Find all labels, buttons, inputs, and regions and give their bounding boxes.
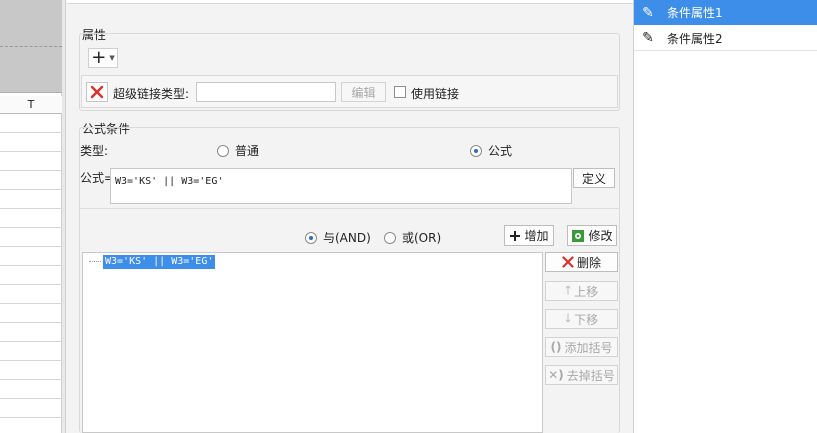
- plus-icon: [510, 230, 521, 241]
- arrow-down-icon: 🡓: [564, 310, 572, 325]
- logic-and-radio[interactable]: 与(AND): [305, 229, 371, 246]
- logic-or-radio[interactable]: 或(OR): [384, 229, 441, 246]
- sheet-row[interactable]: [0, 171, 62, 190]
- sheet-row[interactable]: [0, 304, 62, 323]
- arrow-up-icon: 🡑: [564, 282, 572, 297]
- add-bracket-button[interactable]: () 添加括号: [545, 337, 618, 357]
- condition-attribute-item[interactable]: ✎ 条件属性2: [634, 26, 817, 51]
- bracket-icon: (): [550, 340, 562, 354]
- sheet-row[interactable]: [0, 209, 62, 228]
- sheet-row[interactable]: [0, 114, 62, 133]
- condition-attribute-item[interactable]: ✎ 条件属性1: [634, 0, 817, 25]
- remove-attribute-button[interactable]: [86, 82, 108, 102]
- tree-connector: [89, 261, 101, 262]
- move-down-button[interactable]: 🡓 下移: [545, 309, 618, 329]
- modify-condition-button[interactable]: 修改: [567, 225, 617, 246]
- sheet-gray-area: [0, 0, 62, 93]
- add-attribute-button[interactable]: + ▼: [88, 48, 118, 68]
- pencil-icon: ✎: [642, 30, 654, 46]
- splitter[interactable]: [62, 0, 66, 433]
- move-up-button[interactable]: 🡑 上移: [545, 281, 618, 301]
- sheet-row[interactable]: [0, 380, 62, 399]
- condition-attribute-list: ✎ 条件属性1 ✎ 条件属性2: [633, 0, 817, 433]
- type-normal-radio[interactable]: 普通: [217, 142, 259, 159]
- sheet-row[interactable]: [0, 266, 62, 285]
- radio-circle: [217, 144, 229, 157]
- remove-bracket-icon: ✕): [548, 368, 564, 382]
- delete-button[interactable]: 删除: [545, 252, 618, 272]
- sheet-row[interactable]: [0, 190, 62, 209]
- edit-button[interactable]: 编辑: [341, 82, 386, 102]
- sheet-row[interactable]: [0, 399, 62, 418]
- pencil-icon: ✎: [642, 4, 654, 21]
- spreadsheet-strip: T: [0, 0, 62, 433]
- sheet-row[interactable]: [0, 285, 62, 304]
- radio-circle: [305, 231, 317, 244]
- chevron-down-icon: ▼: [109, 54, 115, 62]
- sheet-row[interactable]: [0, 152, 62, 171]
- list-item[interactable]: W3='KS' || W3='EG': [103, 255, 216, 269]
- hyperlink-type-input[interactable]: [196, 82, 336, 102]
- sheet-row[interactable]: [0, 133, 62, 152]
- type-label: 类型:: [80, 144, 109, 158]
- formula-label: 公式=: [80, 171, 115, 185]
- radio-circle: [384, 231, 396, 244]
- modify-icon: [572, 229, 585, 242]
- formula-input[interactable]: W3='KS' || W3='EG': [110, 168, 572, 204]
- sheet-row[interactable]: [0, 361, 62, 380]
- condition-list[interactable]: W3='KS' || W3='EG': [82, 252, 543, 433]
- add-condition-button[interactable]: 增加: [504, 225, 554, 246]
- use-link-checkbox[interactable]: [394, 86, 406, 98]
- sheet-row[interactable]: [0, 323, 62, 342]
- type-formula-radio[interactable]: 公式: [470, 142, 512, 159]
- sheet-row[interactable]: [0, 247, 62, 266]
- use-link-label: 使用链接: [411, 87, 460, 101]
- hyperlink-type-label: 超级链接类型:: [113, 87, 190, 101]
- sheet-row[interactable]: [0, 228, 62, 247]
- close-icon: [90, 85, 104, 99]
- remove-bracket-button[interactable]: ✕) 去掉括号: [545, 365, 618, 385]
- condition-editor-panel: 属性 + ▼ 超级链接类型: 编辑 使用链接 公式条件 类型: 普通 公式 公式…: [67, 0, 633, 433]
- radio-circle: [470, 144, 482, 157]
- define-button[interactable]: 定义: [573, 168, 615, 188]
- close-icon: [562, 256, 574, 268]
- sheet-row[interactable]: [0, 342, 62, 361]
- column-header-t[interactable]: T: [0, 96, 62, 114]
